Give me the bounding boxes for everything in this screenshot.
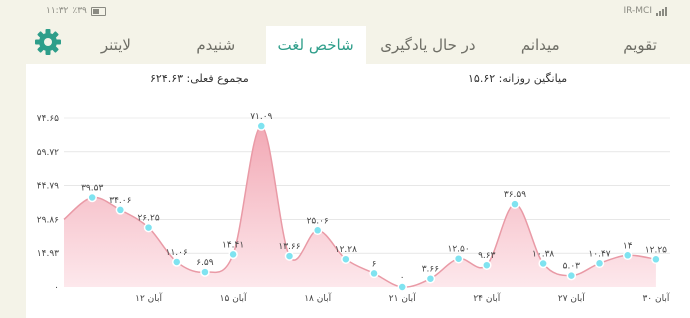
x-tick-label: ۱۲ آبان (135, 292, 162, 304)
tab-learning[interactable]: در حال یادگیری (366, 26, 491, 64)
current-total-text: مجموع فعلی: ۶۲۴.۶۳ (150, 72, 249, 85)
x-tick-label: ۱۵ آبان (220, 292, 247, 304)
battery-icon (90, 6, 106, 16)
tab-heard[interactable]: شنیدم (166, 26, 266, 64)
data-value-label: ۳۶.۵۹ (504, 190, 526, 200)
data-point[interactable] (482, 260, 492, 270)
y-tick-label: ۵۹.۷۲ (37, 148, 59, 158)
clock-text: ۱۱:۳۲ (46, 6, 69, 16)
data-value-label: ۶ (372, 259, 377, 269)
data-value-label: ۱۲.۲۵ (645, 245, 667, 255)
data-point[interactable] (200, 267, 210, 277)
data-point[interactable] (622, 250, 633, 261)
data-value-label: ۱۰.۴۷ (588, 249, 610, 259)
daily-average-text: میانگین روزانه: ۱۵.۶۲ (468, 72, 568, 85)
data-value-label: ۳.۶۶ (422, 265, 440, 275)
data-point[interactable] (510, 199, 520, 209)
data-value-label: ۱۰.۳۸ (532, 250, 554, 260)
data-value-label: ۱۴.۴۱ (222, 240, 244, 250)
x-tick-label: ۲۷ آبان (558, 292, 585, 304)
tab-bar: تقویم میدانم در حال یادگیری شاخص لغت شنی… (24, 26, 690, 64)
y-tick-label: ۲۹.۸۶ (37, 215, 59, 225)
data-value-label: ۹.۶۳ (478, 251, 496, 261)
data-point[interactable] (143, 222, 154, 233)
y-tick-label: ۰ (54, 283, 59, 293)
data-point[interactable] (369, 268, 379, 279)
data-point[interactable] (312, 225, 323, 236)
y-axis-labels: ۰ ۱۴.۹۳ ۲۹.۸۶ ۴۴.۷۹ ۵۹.۷۲ ۷۴.۶۵ (37, 114, 59, 293)
y-tick-label: ۱۴.۹۳ (37, 249, 59, 259)
grid-lines (64, 117, 670, 254)
x-axis-labels: ۱۲ آبان ۱۵ آبان ۱۸ آبان ۲۱ آبان ۲۴ آبان ۲۷ آب… (135, 292, 670, 304)
data-value-label: ۳۴.۰۶ (109, 196, 131, 206)
data-point[interactable] (341, 254, 351, 264)
data-value-label: ۱۴ (623, 241, 633, 251)
data-point[interactable] (284, 251, 295, 261)
tab-calendar[interactable]: تقویم (590, 26, 690, 64)
data-point[interactable] (87, 192, 97, 203)
data-value-label: ۲۵.۰۶ (307, 216, 329, 226)
data-point[interactable] (115, 205, 126, 215)
y-tick-label: ۴۴.۷۹ (37, 182, 59, 192)
x-tick-label: ۲۴ آبان (473, 292, 500, 304)
status-left: ۱۱:۳۲ ٪۳۹ (46, 6, 106, 16)
status-bar: ۱۱:۳۲ ٪۳۹ IR-MCI (0, 0, 690, 24)
data-point[interactable] (453, 253, 464, 264)
battery-text: ٪۳۹ (72, 6, 87, 16)
data-value-label: ۶.۵۹ (196, 258, 214, 268)
tab-word-index[interactable]: شاخص لغت (265, 26, 366, 64)
data-point[interactable] (594, 258, 605, 269)
x-tick-label: ۱۸ آبان (304, 292, 331, 304)
data-value-label: ۱۲.۵۰ (448, 245, 470, 255)
y-tick-label: ۷۴.۶۵ (37, 114, 59, 124)
settings-gear-icon[interactable] (34, 28, 62, 56)
data-point[interactable] (651, 254, 661, 265)
data-point[interactable] (256, 121, 267, 131)
data-point[interactable] (228, 249, 238, 260)
word-index-chart: ۰ ۱۴.۹۳ ۲۹.۸۶ ۴۴.۷۹ ۵۹.۷۲ ۷۴.۶۵ ۳۹.۵۳ ۳۴.۰۶ ۲۶.… (37, 112, 670, 304)
data-value-label: ۱۳.۶۶ (278, 242, 300, 252)
data-value-label: ۱۱.۰۶ (166, 248, 188, 258)
data-point[interactable] (425, 273, 436, 284)
data-value-label: ۱۲.۲۸ (335, 245, 357, 255)
tab-known[interactable]: میدانم (490, 26, 590, 64)
x-tick-label: ۲۱ آبان (389, 292, 416, 304)
data-value-label: ۵.۰۳ (563, 262, 581, 272)
data-value-label: ۳۹.۵۳ (81, 184, 103, 194)
data-point[interactable] (538, 258, 548, 269)
data-value-label: ۷۱.۰۹ (250, 112, 272, 122)
tab-leitner[interactable]: لایتنر (66, 26, 166, 64)
x-tick-label: ۳۰ آبان (642, 292, 669, 304)
data-point[interactable] (397, 282, 407, 292)
data-value-label: ۰ (400, 273, 405, 283)
carrier-text: IR-MCI (623, 6, 653, 16)
data-point[interactable] (566, 270, 577, 281)
signal-icon (656, 6, 667, 16)
data-point[interactable] (171, 257, 182, 267)
data-labels: ۳۹.۵۳ ۳۴.۰۶ ۲۶.۲۵ ۱۱.۰۶ ۶.۵۹ ۱۴.۴۱ ۷۱.۰۹ ۱۳.۶۶ ۲… (81, 112, 667, 283)
status-right: IR-MCI (624, 6, 669, 16)
data-value-label: ۲۶.۲۵ (137, 214, 159, 224)
